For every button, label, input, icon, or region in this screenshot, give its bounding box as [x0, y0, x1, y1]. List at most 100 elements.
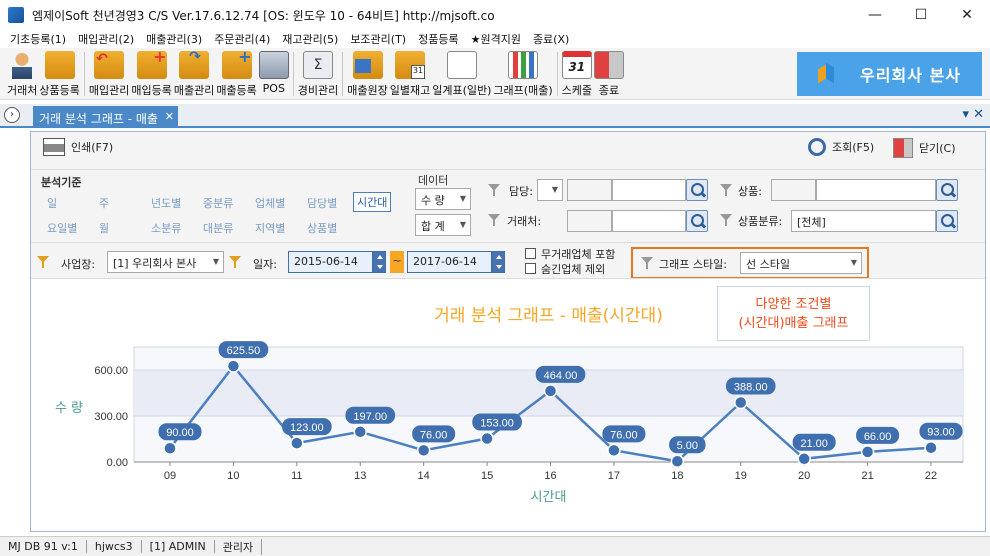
toolbar-exit-button[interactable]: 종료 [594, 48, 624, 98]
customer-name-field[interactable] [612, 210, 686, 232]
filter-icon [488, 184, 500, 196]
tab-close-icon[interactable]: ✕ [165, 110, 174, 123]
tab-controls[interactable]: ▾ ✕ [962, 107, 984, 122]
basis-week[interactable]: 주 [99, 195, 109, 211]
basis-sub-category[interactable]: 소분류 [151, 220, 181, 236]
minimize-button[interactable]: — [852, 0, 898, 30]
x-tick-label: 13 [354, 470, 366, 482]
menu-stock[interactable]: 재고관리(5) [276, 31, 344, 47]
basis-mid-category[interactable]: 중분류 [203, 195, 233, 211]
exclude-hidden-checkbox[interactable] [525, 263, 536, 274]
toolbar-daily-stock-button[interactable]: 31 일별재고 [390, 48, 430, 98]
menu-basic[interactable]: 기초등록(1) [4, 31, 72, 47]
menu-remote[interactable]: ★원격지원 [465, 31, 527, 47]
manager-combo[interactable]: ▼ [537, 179, 563, 201]
data-label: 90.00 [166, 427, 194, 439]
pos-icon [258, 51, 289, 79]
menu-exit[interactable]: 종료(X) [527, 31, 575, 47]
data-point [543, 384, 558, 398]
manager-search-icon[interactable] [686, 179, 708, 201]
product-name-field[interactable] [816, 179, 936, 201]
toolbar-purchase-register-button[interactable]: + 매입등록 [131, 47, 171, 98]
graph-style-combo[interactable]: 선 스타일 ▼ [740, 252, 862, 274]
date-to-spin[interactable] [492, 251, 505, 273]
x-tick-label: 17 [608, 470, 620, 482]
data-label: 76.00 [420, 429, 448, 441]
printer-icon [43, 138, 65, 156]
manager-code-field[interactable] [567, 179, 612, 201]
basis-year[interactable]: 년도별 [151, 195, 181, 211]
basis-month[interactable]: 월 [99, 220, 109, 236]
menu-aux[interactable]: 보조관리(T) [344, 31, 412, 47]
date-from-field[interactable]: 2015-06-14 [288, 251, 373, 273]
toolbar-graph-button[interactable]: 그래프(매출) [493, 48, 553, 98]
magnifier-icon [808, 138, 826, 156]
x-tick-label: 15 [481, 470, 493, 482]
data-label: 388.00 [734, 382, 768, 394]
customer-code-field[interactable] [567, 210, 612, 232]
toolbar-pos-button[interactable]: POS [258, 48, 289, 98]
customer-search-icon[interactable] [686, 210, 708, 232]
graph-panel: 인쇄(F7) 조회(F5) 닫기(C) 분석기준 일 주 년도별 중분류 업체별… [30, 131, 986, 532]
manager-name-field[interactable] [612, 179, 686, 201]
toolbar-purchase-manage-button[interactable]: ↶ 매입관리 [89, 48, 129, 98]
boxes-icon [44, 51, 75, 79]
manager-label: 담당: [509, 185, 533, 198]
data-point [416, 443, 431, 458]
document-tab-row: › 거래 분석 그래프 - 매출 ✕ ▾ ✕ [0, 104, 990, 128]
menu-order[interactable]: 주문관리(4) [208, 31, 276, 47]
toolbar-daily-report-button[interactable]: 일계표(일반) [432, 48, 491, 98]
toolbar-sales-manage-button[interactable]: ↷ 매출관리 [174, 48, 214, 98]
toolbar-sales-ledger-button[interactable]: 매출원장 [347, 48, 388, 98]
menu-sales[interactable]: 매출관리(3) [140, 31, 208, 47]
chart-title: 거래 분석 그래프 - 매출(시간대) [434, 306, 663, 326]
toolbar-sales-register-button[interactable]: + 매출등록 [216, 47, 256, 98]
toolbar-product-button[interactable]: 상품등록 [39, 48, 80, 98]
include-no-trade-checkbox[interactable] [525, 248, 536, 259]
basis-day[interactable]: 일 [47, 195, 57, 211]
search-button[interactable]: 조회(F5) [808, 138, 874, 156]
x-axis-title: 시간대 [531, 490, 567, 505]
filter-panel: 분석기준 일 주 년도별 중분류 업체별 담당별 시간대 요일별 월 소분류 대… [31, 170, 985, 279]
person-icon [7, 51, 38, 79]
basis-weekday[interactable]: 요일별 [47, 220, 77, 236]
bar-chart-icon [508, 51, 539, 79]
toolbar-schedule-button[interactable]: 31 스케줄 [562, 48, 592, 98]
x-tick-label: 19 [735, 470, 747, 482]
print-button[interactable]: 인쇄(F7) [43, 138, 113, 156]
close-panel-button[interactable]: 닫기(C) [893, 138, 956, 158]
toolbar-expense-button[interactable]: Σ 경비관리 [298, 48, 338, 98]
data-label: 66.00 [864, 431, 892, 443]
toolbar-customer-button[interactable]: 거래처 [7, 48, 37, 98]
category-combo[interactable]: [전체] [791, 210, 936, 232]
basis-top-category[interactable]: 대분류 [203, 220, 233, 236]
menu-register[interactable]: 정품등록 [412, 31, 464, 47]
date-to-field[interactable]: 2017-06-14 [407, 251, 492, 273]
include-no-trade-label: 무거래업체 포함 [541, 248, 616, 261]
basis-manager[interactable]: 담당별 [307, 195, 337, 211]
maximize-button[interactable]: ☐ [898, 0, 944, 30]
close-button[interactable]: ✕ [944, 0, 990, 30]
basis-title: 분석기준 [41, 176, 82, 189]
y-tick-label: 300.00 [94, 411, 128, 423]
basis-region[interactable]: 지역별 [255, 220, 285, 236]
data-label: 123.00 [290, 422, 324, 434]
product-search-icon[interactable] [936, 179, 958, 201]
tab-sales-graph[interactable]: 거래 분석 그래프 - 매출 ✕ [33, 106, 178, 128]
category-search-icon[interactable] [936, 210, 958, 232]
company-name: 우리회사 본사 [860, 66, 961, 85]
menu-purchase[interactable]: 매입관리(2) [72, 31, 140, 47]
data-label: 197.00 [353, 411, 387, 423]
basis-vendor[interactable]: 업체별 [255, 195, 285, 211]
basis-product[interactable]: 상품별 [307, 220, 337, 236]
data-point [607, 443, 621, 458]
exit-icon [594, 51, 624, 79]
nav-arrow-icon[interactable]: › [4, 107, 20, 123]
status-user: [1] ADMIN [142, 540, 215, 553]
data-combo[interactable]: 수 량 ▼ [415, 188, 471, 210]
aggregate-combo[interactable]: 합 계 ▼ [415, 214, 471, 236]
date-from-spin[interactable] [373, 251, 386, 273]
product-code-field[interactable] [771, 179, 816, 201]
branch-combo[interactable]: [1] 우리회사 본사 ▼ [107, 251, 224, 273]
basis-time-active[interactable]: 시간대 [353, 192, 392, 212]
